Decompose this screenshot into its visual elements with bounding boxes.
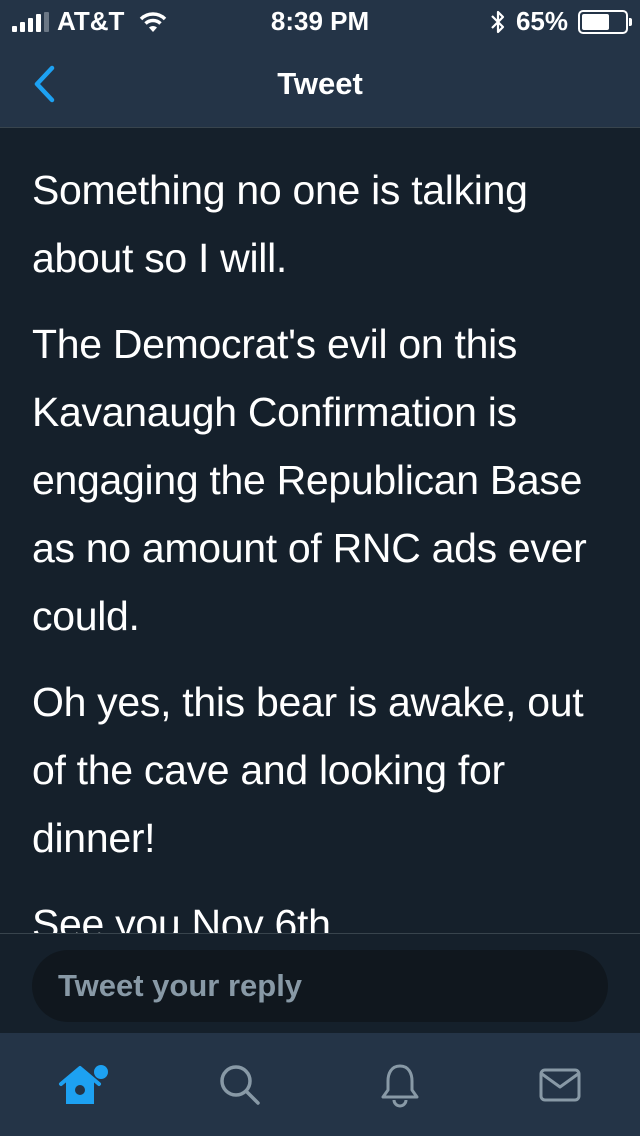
tab-home[interactable] — [40, 1045, 120, 1125]
tab-search[interactable] — [200, 1045, 280, 1125]
tab-bar — [0, 1033, 640, 1136]
tweet-paragraph: See you Nov 6th. — [32, 901, 342, 933]
search-icon — [220, 1064, 260, 1105]
tweet-paragraph: The Democrat's evil on this Kavanaugh Co… — [32, 321, 587, 639]
bell-icon — [381, 1064, 419, 1107]
bluetooth-icon — [491, 10, 505, 33]
envelope-icon — [539, 1068, 581, 1101]
reply-input[interactable]: Tweet your reply — [32, 950, 608, 1022]
reply-bar: Tweet your reply — [0, 933, 640, 1033]
tweet-body: Something no one is talking about so I w… — [0, 128, 640, 933]
tweet-paragraph: Oh yes, this bear is awake, out of the c… — [32, 679, 584, 861]
tweet-paragraph: Something no one is talking about so I w… — [32, 167, 528, 281]
battery-percent: 65% — [515, 6, 568, 36]
tab-messages[interactable] — [520, 1045, 600, 1125]
battery-fill — [582, 13, 610, 30]
status-right: 65% — [490, 6, 632, 37]
page-title: Tweet — [277, 66, 363, 101]
nav-header: Tweet — [0, 40, 640, 128]
battery-icon — [578, 9, 632, 34]
tab-notifications[interactable] — [360, 1045, 440, 1125]
status-bar: AT&T 8:39 PM 65% — [0, 0, 640, 40]
notification-dot — [94, 1064, 108, 1079]
